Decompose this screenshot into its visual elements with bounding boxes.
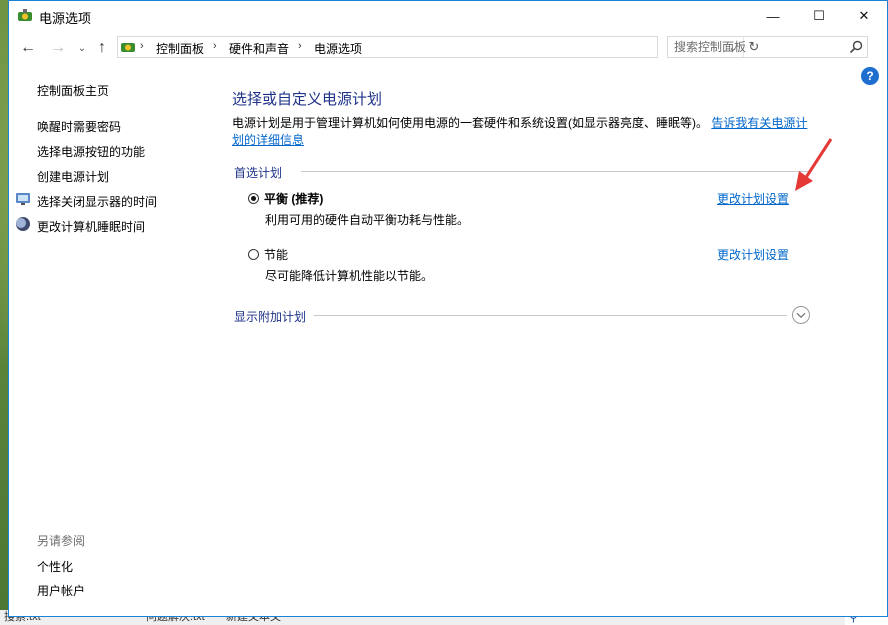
plan-balanced-name[interactable]: 平衡 (推荐) bbox=[264, 190, 323, 207]
description-text: 电源计划是用于管理计算机如何使用电源的一套硬件和系统设置(如显示器亮度、睡眠等)… bbox=[232, 116, 708, 130]
control-panel-home-link[interactable]: 控制面板主页 bbox=[37, 82, 109, 99]
search-icon[interactable] bbox=[848, 39, 864, 55]
breadcrumb-power-options[interactable]: 电源选项 bbox=[314, 40, 362, 57]
address-bar[interactable]: › 控制面板 › 硬件和声音 › 电源选项 ⌄ ↻ bbox=[117, 36, 759, 58]
page-description: 电源计划是用于管理计算机如何使用电源的一套硬件和系统设置(如显示器亮度、睡眠等)… bbox=[232, 115, 812, 149]
sidebar-item-display-off-time[interactable]: 选择关闭显示器的时间 bbox=[37, 193, 157, 210]
sidebar-item-create-plan[interactable]: 创建电源计划 bbox=[37, 168, 109, 185]
plan-balanced-change-settings-link[interactable]: 更改计划设置 bbox=[717, 190, 789, 207]
sidebar-item-sleep-time[interactable]: 更改计算机睡眠时间 bbox=[37, 218, 145, 235]
help-icon[interactable]: ? bbox=[861, 67, 879, 85]
titlebar[interactable]: 电源选项 — ☐ ✕ bbox=[9, 1, 887, 31]
minimize-button[interactable]: — bbox=[750, 1, 796, 31]
window-title: 电源选项 bbox=[39, 11, 92, 26]
see-also-user-accounts-link[interactable]: 用户帐户 bbox=[37, 582, 85, 599]
expand-chevron-icon[interactable] bbox=[792, 306, 810, 324]
breadcrumb-hardware-sound[interactable]: 硬件和声音 bbox=[229, 40, 289, 57]
plan-balanced-radio[interactable] bbox=[248, 193, 259, 204]
annotation-arrow-icon bbox=[795, 138, 833, 191]
maximize-button[interactable]: ☐ bbox=[796, 1, 842, 31]
recent-locations-chevron-icon[interactable]: ⌄ bbox=[71, 36, 93, 60]
up-arrow-icon[interactable]: ↑ bbox=[91, 36, 113, 60]
breadcrumb-separator: › bbox=[298, 40, 302, 52]
search-box[interactable] bbox=[667, 36, 868, 58]
breadcrumb-separator: › bbox=[140, 40, 144, 52]
preferred-plans-heading: 首选计划 bbox=[234, 166, 283, 180]
additional-plans-heading[interactable]: 显示附加计划 bbox=[234, 308, 306, 325]
see-also-heading: 另请参阅 bbox=[37, 534, 86, 548]
control-panel-icon bbox=[121, 43, 135, 52]
plan-balanced-description: 利用可用的硬件自动平衡功耗与性能。 bbox=[265, 213, 470, 227]
breadcrumb-control-panel[interactable]: 控制面板 bbox=[156, 40, 204, 57]
display-icon bbox=[16, 193, 30, 205]
section-divider bbox=[301, 171, 811, 172]
forward-arrow-icon[interactable]: → bbox=[47, 36, 69, 60]
power-options-window: 电源选项 — ☐ ✕ ← → ⌄ ↑ › 控制面板 › 硬件和声音 › 电源选项… bbox=[8, 0, 888, 617]
page-title: 选择或自定义电源计划 bbox=[232, 91, 383, 108]
see-also-personalization-link[interactable]: 个性化 bbox=[37, 558, 73, 575]
plan-power-saver-name[interactable]: 节能 bbox=[264, 246, 288, 263]
plan-power-saver-change-settings-link[interactable]: 更改计划设置 bbox=[717, 246, 789, 263]
address-row: ← → ⌄ ↑ › 控制面板 › 硬件和声音 › 电源选项 ⌄ ↻ bbox=[9, 31, 887, 65]
section-divider bbox=[314, 315, 787, 316]
plan-power-saver-radio[interactable] bbox=[248, 249, 259, 260]
power-options-icon bbox=[18, 9, 32, 21]
sidebar-item-power-buttons[interactable]: 选择电源按钮的功能 bbox=[37, 143, 145, 160]
plan-power-saver-description: 尽可能降低计算机性能以节能。 bbox=[265, 269, 434, 283]
breadcrumb-separator: › bbox=[213, 40, 217, 52]
search-input[interactable] bbox=[674, 39, 839, 55]
close-button[interactable]: ✕ bbox=[841, 1, 887, 31]
sleep-moon-icon bbox=[16, 217, 30, 231]
back-arrow-icon[interactable]: ← bbox=[17, 36, 39, 60]
sidebar-item-wake-password[interactable]: 唤醒时需要密码 bbox=[37, 118, 121, 135]
